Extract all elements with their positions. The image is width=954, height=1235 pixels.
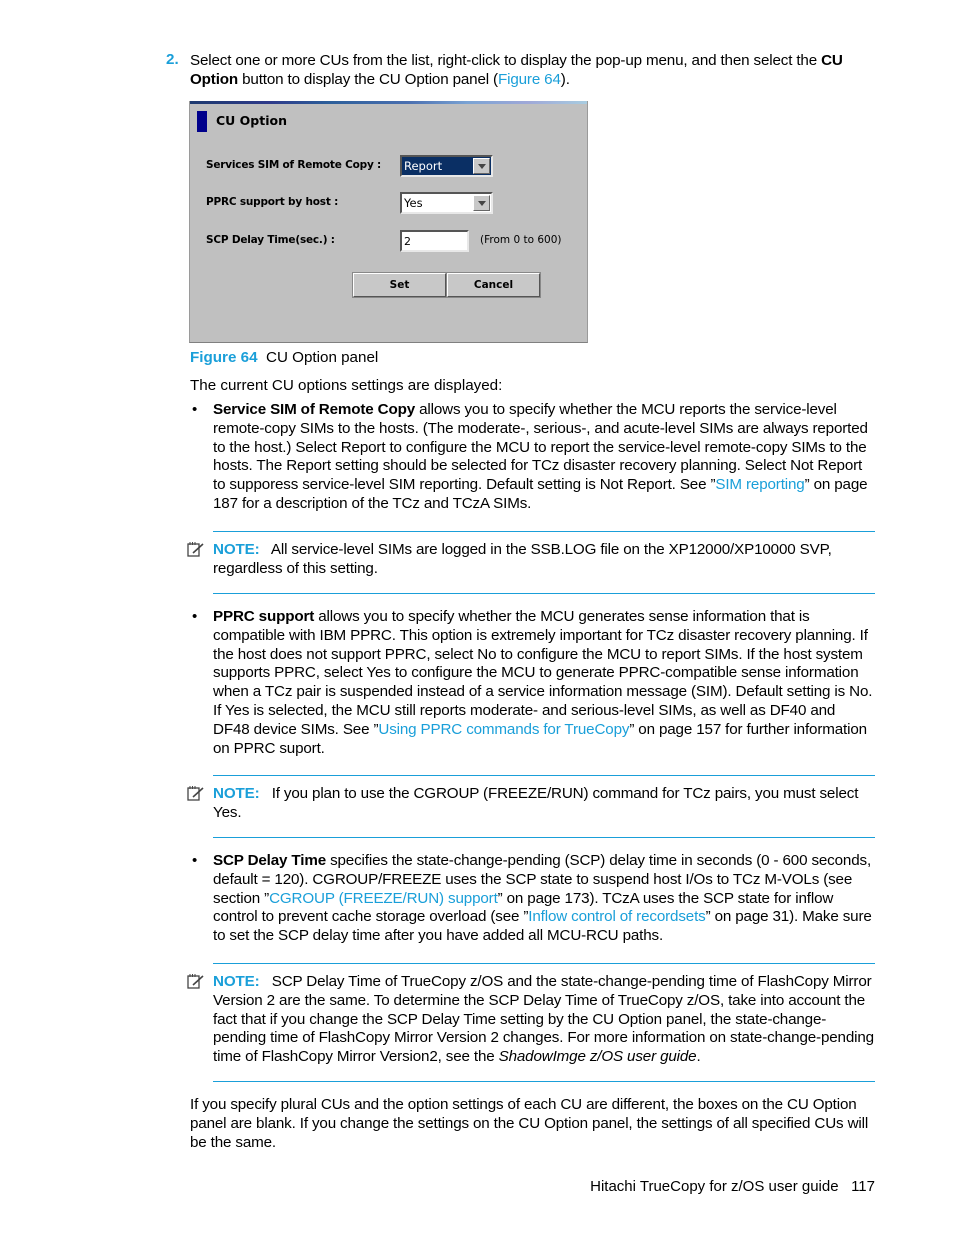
bullet-term: SCP Delay Time [213,852,326,869]
step-text: ). [560,71,570,88]
figure-caption: Figure 64 CU Option panel [190,349,378,366]
inflow-control-link[interactable]: Inflow control of recordsets [528,908,705,925]
step-instruction: Select one or more CUs from the list, ri… [190,51,880,89]
note-divider [213,1081,875,1082]
cgroup-support-link[interactable]: CGROUP (FREEZE/RUN) support [269,890,498,907]
note-scp-flashcopy: NOTE: SCP Delay Time of TrueCopy z/OS an… [213,973,875,1067]
pprc-support-select[interactable]: Yes [400,192,493,214]
intro-text: The current CU options settings are disp… [190,377,503,394]
panel-top-bar [190,101,587,104]
note-icon [187,974,204,989]
scp-delay-range-hint: (From 0 to 600) [480,234,562,246]
bullet-service-sim: Service SIM of Remote Copy allows you to… [213,401,875,514]
step-number: 2. [166,51,179,68]
step-text: Select one or more CUs from the list, ri… [190,52,822,69]
bullet-term: PPRC support [213,608,315,625]
note-sim-log: NOTE: All service-level SIMs are logged … [213,541,875,579]
note-text: All service-level SIMs are logged in the… [213,541,832,577]
note-divider [213,963,875,964]
note-divider [213,531,875,532]
bullet-text: allows you to specify whether the MCU ge… [213,608,873,738]
note-divider [213,837,875,838]
figure-number: Figure 64 [190,349,258,366]
panel-title: CU Option [216,113,287,128]
dropdown-arrow-icon[interactable] [473,158,490,174]
bullet-dot: • [192,608,198,625]
scp-delay-value: 2 [404,235,411,248]
services-sim-value: Report [404,159,443,173]
bullet-dot: • [192,852,198,869]
page-footer: Hitachi TrueCopy for z/OS user guide 117 [590,1178,875,1195]
panel-title-marker [197,111,207,132]
set-button[interactable]: Set [352,272,447,298]
note-label: NOTE: [213,785,260,802]
scp-delay-label: SCP Delay Time(sec.) : [206,234,335,246]
figure-caption-text: CU Option panel [265,349,379,366]
pprc-support-label: PPRC support by host : [206,196,339,208]
note-icon [187,542,204,557]
note-italic-title: ShadowImge z/OS user guide [498,1048,697,1066]
closing-paragraph: If you specify plural CUs and the option… [190,1096,869,1151]
bullet-term: Service SIM of Remote Copy [213,401,416,418]
step-text: button to display the CU Option panel ( [238,71,498,88]
bullet-scp-delay: SCP Delay Time specifies the state-chang… [213,852,875,946]
note-divider [213,775,875,776]
bullet-pprc-support: PPRC support allows you to specify wheth… [213,608,875,758]
pprc-commands-link[interactable]: Using PPRC commands for TrueCopy [378,721,629,738]
note-cgroup: NOTE: If you plan to use the CGROUP (FRE… [213,785,875,823]
cu-option-panel: CU Option Services SIM of Remote Copy : … [189,101,588,343]
note-divider [213,593,875,594]
note-label: NOTE: [213,541,260,558]
services-sim-label: Services SIM of Remote Copy : [206,159,382,171]
note-text: If you plan to use the CGROUP (FREEZE/RU… [213,785,859,821]
note-text: . [696,1048,701,1066]
bullet-dot: • [192,401,198,418]
pprc-support-value: Yes [404,196,423,210]
dropdown-arrow-icon[interactable] [473,195,490,211]
footer-title: Hitachi TrueCopy for z/OS user guide [590,1178,839,1195]
sim-reporting-link[interactable]: SIM reporting [715,476,804,493]
page-number: 117 [851,1178,875,1195]
note-label: NOTE: [213,973,260,990]
note-icon [187,786,204,801]
figure-link[interactable]: Figure 64 [498,71,561,88]
cancel-button[interactable]: Cancel [446,272,541,298]
scp-delay-input[interactable]: 2 [400,230,469,252]
services-sim-select[interactable]: Report [400,155,493,177]
